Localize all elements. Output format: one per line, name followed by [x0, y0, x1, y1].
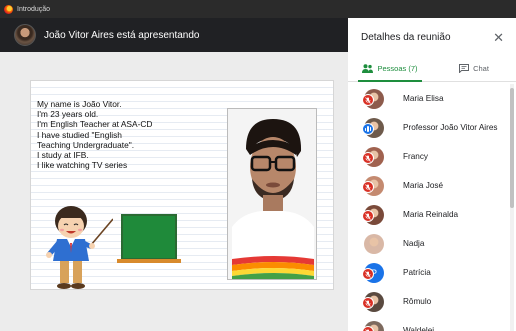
speaking-indicator-icon — [362, 123, 374, 135]
mic-muted-icon — [362, 326, 374, 331]
participant-row[interactable]: Maria Elisa — [348, 84, 508, 113]
presenter-photo — [227, 108, 317, 280]
presenter-bar: João Vitor Aires está apresentando — [0, 18, 348, 52]
participant-list: Maria Elisa Professor João Vitor Aires Fra… — [348, 84, 508, 331]
participant-avatar — [364, 233, 384, 254]
participant-scrollbar-thumb[interactable] — [510, 88, 514, 208]
participant-name: Rômulo — [403, 297, 432, 306]
portrait-image — [228, 109, 316, 279]
slide-line: Teaching Undergraduate". — [37, 139, 135, 150]
participant-row[interactable]: Professor João Vitor Aires — [348, 113, 508, 142]
tab-chat[interactable]: Chat — [432, 56, 516, 81]
slide-line: I study at IFB. — [37, 150, 89, 161]
participant-row[interactable]: Nadja — [348, 229, 508, 258]
people-icon — [362, 64, 374, 73]
participant-name: Maria Elisa — [403, 94, 444, 103]
mic-muted-icon — [362, 181, 374, 193]
participant-name: Francy — [403, 152, 429, 161]
slide-line: I'm English Teacher at ASA-CD — [37, 119, 153, 130]
participant-name: Patrícia — [403, 268, 431, 277]
browser-icon — [4, 4, 13, 14]
tab-chat-label: Chat — [473, 64, 489, 73]
presentation-stage: João Vitor Aires está apresentando My na… — [0, 18, 348, 331]
slide-line: I'm 23 years old. — [37, 109, 99, 120]
slide-text: My name is João Vitor. I'm 23 years old.… — [37, 99, 153, 170]
teacher-illustration — [46, 206, 113, 289]
participant-row[interactable]: Francy — [348, 142, 508, 171]
presenter-label: João Vitor Aires está apresentando — [44, 29, 200, 41]
chat-icon — [459, 64, 470, 73]
tab-people-label: Pessoas (7) — [377, 64, 418, 73]
shared-slide: My name is João Vitor. I'm 23 years old.… — [30, 80, 334, 290]
participant-row[interactable]: Rômulo — [348, 287, 508, 316]
window-title: Introdução — [17, 5, 51, 13]
tab-people[interactable]: Pessoas (7) — [348, 56, 432, 82]
participant-row[interactable]: Maria Reinalda — [348, 200, 508, 229]
slide-line: My name is João Vitor. — [37, 99, 122, 109]
mic-muted-icon — [362, 268, 374, 280]
participant-name: Maria Reinalda — [403, 210, 459, 219]
panel-header: Detalhes da reunião ✕ — [348, 18, 516, 56]
meeting-details-panel: Detalhes da reunião ✕ Pessoas (7) Chat M… — [348, 18, 516, 331]
chalkboard-illustration — [121, 214, 177, 260]
participant-name: Waldelei — [403, 326, 435, 331]
slide-line: I like watching TV series — [37, 160, 128, 171]
participant-name: Nadja — [403, 239, 425, 248]
mic-muted-icon — [362, 297, 374, 309]
mic-muted-icon — [362, 94, 374, 106]
mic-muted-icon — [362, 210, 374, 222]
panel-title: Detalhes da reunião — [361, 31, 451, 43]
participant-row[interactable]: Waldelei — [348, 316, 508, 331]
mic-muted-icon — [362, 152, 374, 164]
panel-tabs: Pessoas (7) Chat — [348, 56, 516, 82]
presenter-avatar — [14, 24, 36, 46]
close-icon[interactable]: ✕ — [493, 31, 504, 44]
participant-row[interactable]: Maria José — [348, 171, 508, 200]
participant-row[interactable]: P Patrícia — [348, 258, 508, 287]
slide-line: I have studied "English — [37, 129, 122, 140]
participant-name: Professor João Vitor Aires — [403, 123, 498, 132]
window-titlebar: Introdução — [0, 0, 516, 18]
participant-name: Maria José — [403, 181, 444, 190]
chalkboard-tray — [117, 259, 181, 263]
